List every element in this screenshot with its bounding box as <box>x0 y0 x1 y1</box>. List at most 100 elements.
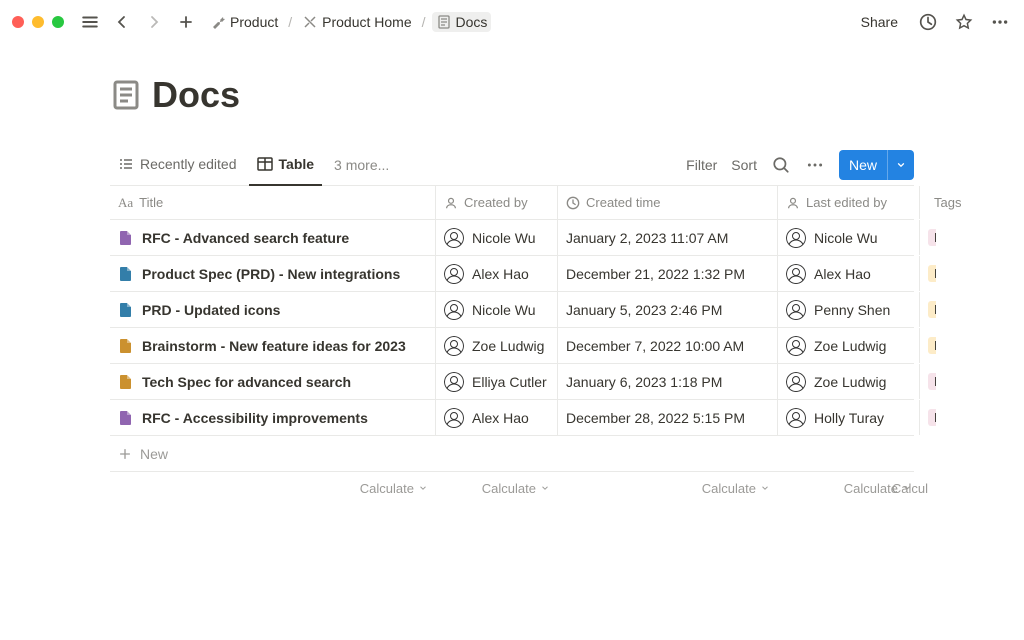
menu-icon[interactable] <box>78 10 102 34</box>
cell-tags[interactable]: Product <box>920 292 936 327</box>
column-tags[interactable]: Tags <box>920 186 936 219</box>
table-row[interactable]: RFC - Accessibility improvements Alex Ha… <box>110 400 914 436</box>
avatar <box>786 264 806 284</box>
favorite-icon[interactable] <box>952 10 976 34</box>
column-label: Title <box>139 195 163 210</box>
cell-created-by[interactable]: Nicole Wu <box>436 292 558 327</box>
cell-last-edited-by[interactable]: Zoe Ludwig <box>778 328 920 363</box>
view-tab-table[interactable]: Table <box>249 144 323 186</box>
sort-button[interactable]: Sort <box>731 157 757 173</box>
cell-created-by[interactable]: Alex Hao <box>436 400 558 435</box>
cell-tags[interactable]: Product <box>920 328 936 363</box>
column-label: Created by <box>464 195 528 210</box>
cell-created-by[interactable]: Zoe Ludwig <box>436 328 558 363</box>
add-row[interactable]: New <box>110 436 914 472</box>
topbar: Product / Product Home / Docs Share <box>0 0 1024 44</box>
share-button[interactable]: Share <box>855 10 904 34</box>
new-tab-button[interactable] <box>174 10 198 34</box>
view-tab-label: Table <box>279 156 315 172</box>
top-actions: Share <box>855 10 1012 34</box>
table-row[interactable]: Brainstorm - New feature ideas for 2023 … <box>110 328 914 364</box>
cell-created-time[interactable]: December 7, 2022 10:00 AM <box>558 328 778 363</box>
cell-created-by[interactable]: Nicole Wu <box>436 220 558 255</box>
cell-created-by[interactable]: Alex Hao <box>436 256 558 291</box>
filter-button[interactable]: Filter <box>686 157 717 173</box>
breadcrumb: Product / Product Home / Docs <box>206 12 491 32</box>
doc-icon <box>436 14 452 30</box>
search-icon[interactable] <box>771 155 791 175</box>
tag: Product <box>928 301 936 318</box>
page-icon <box>118 410 134 426</box>
cell-title[interactable]: PRD - Updated icons <box>110 292 436 327</box>
row-title: RFC - Advanced search feature <box>142 230 349 246</box>
back-button[interactable] <box>110 10 134 34</box>
column-created-by[interactable]: Created by <box>436 186 558 219</box>
cell-created-by[interactable]: Elliya Cutler <box>436 364 558 399</box>
view-tab-label: Recently edited <box>140 156 237 172</box>
timestamp: December 21, 2022 1:32 PM <box>566 266 745 282</box>
table-row[interactable]: Product Spec (PRD) - New integrations Al… <box>110 256 914 292</box>
cell-last-edited-by[interactable]: Holly Turay <box>778 400 920 435</box>
calculate-tags[interactable]: Calcul <box>920 472 936 504</box>
chevron-down-icon <box>760 483 770 493</box>
breadcrumb-product[interactable]: Product <box>206 12 282 32</box>
cell-title[interactable]: Tech Spec for advanced search <box>110 364 436 399</box>
cell-title[interactable]: RFC - Accessibility improvements <box>110 400 436 435</box>
cell-created-time[interactable]: December 28, 2022 5:15 PM <box>558 400 778 435</box>
cell-tags[interactable]: Product <box>920 256 936 291</box>
cell-tags[interactable]: Engineering <box>920 400 936 435</box>
forward-button[interactable] <box>142 10 166 34</box>
maximize-window[interactable] <box>52 16 64 28</box>
timestamp: January 5, 2023 2:46 PM <box>566 302 722 318</box>
tag: Product <box>928 265 936 282</box>
view-actions: Filter Sort New <box>686 150 914 180</box>
table-row[interactable]: PRD - Updated icons Nicole Wu January 5,… <box>110 292 914 328</box>
view-tab-recently-edited[interactable]: Recently edited <box>110 144 245 186</box>
user-name: Elliya Cutler <box>472 374 547 390</box>
cell-title[interactable]: Product Spec (PRD) - New integrations <box>110 256 436 291</box>
column-label: Last edited by <box>806 195 887 210</box>
calculate-title[interactable]: Calculate <box>110 472 436 504</box>
table-row[interactable]: Tech Spec for advanced search Elliya Cut… <box>110 364 914 400</box>
cell-last-edited-by[interactable]: Penny Shen <box>778 292 920 327</box>
view-tabs-row: Recently edited Table 3 more... Filter S… <box>110 144 914 186</box>
new-button[interactable]: New <box>839 150 914 180</box>
close-window[interactable] <box>12 16 24 28</box>
tag: Product <box>928 337 936 354</box>
row-title: Brainstorm - New feature ideas for 2023 <box>142 338 406 354</box>
minimize-window[interactable] <box>32 16 44 28</box>
cell-created-time[interactable]: January 5, 2023 2:46 PM <box>558 292 778 327</box>
updates-icon[interactable] <box>916 10 940 34</box>
view-options-icon[interactable] <box>805 155 825 175</box>
cell-title[interactable]: Brainstorm - New feature ideas for 2023 <box>110 328 436 363</box>
cell-last-edited-by[interactable]: Zoe Ludwig <box>778 364 920 399</box>
column-last-edited-by[interactable]: Last edited by <box>778 186 920 219</box>
avatar <box>444 408 464 428</box>
cell-title[interactable]: RFC - Advanced search feature <box>110 220 436 255</box>
table-row[interactable]: RFC - Advanced search feature Nicole Wu … <box>110 220 914 256</box>
column-label: Tags <box>934 195 961 210</box>
calculate-created-time[interactable]: Calculate <box>558 472 778 504</box>
user-name: Alex Hao <box>814 266 871 282</box>
breadcrumb-product-home[interactable]: Product Home <box>298 12 415 32</box>
cell-created-time[interactable]: December 21, 2022 1:32 PM <box>558 256 778 291</box>
breadcrumb-docs[interactable]: Docs <box>432 12 492 32</box>
chevron-down-icon[interactable] <box>887 150 914 180</box>
add-row-label: New <box>140 446 168 462</box>
page-content: Docs Recently edited Table 3 more... Fil… <box>0 44 1024 504</box>
page-icon <box>110 79 142 111</box>
more-icon[interactable] <box>988 10 1012 34</box>
column-title[interactable]: Aa Title <box>110 186 436 219</box>
calculate-created-by[interactable]: Calculate <box>436 472 558 504</box>
docs-table: Aa Title Created by Created time Last ed… <box>110 186 914 504</box>
cell-created-time[interactable]: January 2, 2023 11:07 AM <box>558 220 778 255</box>
text-type-icon: Aa <box>118 195 133 211</box>
column-created-time[interactable]: Created time <box>558 186 778 219</box>
cell-last-edited-by[interactable]: Nicole Wu <box>778 220 920 255</box>
cell-tags[interactable]: Engineering <box>920 220 936 255</box>
row-title: RFC - Accessibility improvements <box>142 410 368 426</box>
more-views[interactable]: 3 more... <box>326 151 397 179</box>
cell-last-edited-by[interactable]: Alex Hao <box>778 256 920 291</box>
cell-tags[interactable]: Engineering <box>920 364 936 399</box>
cell-created-time[interactable]: January 6, 2023 1:18 PM <box>558 364 778 399</box>
